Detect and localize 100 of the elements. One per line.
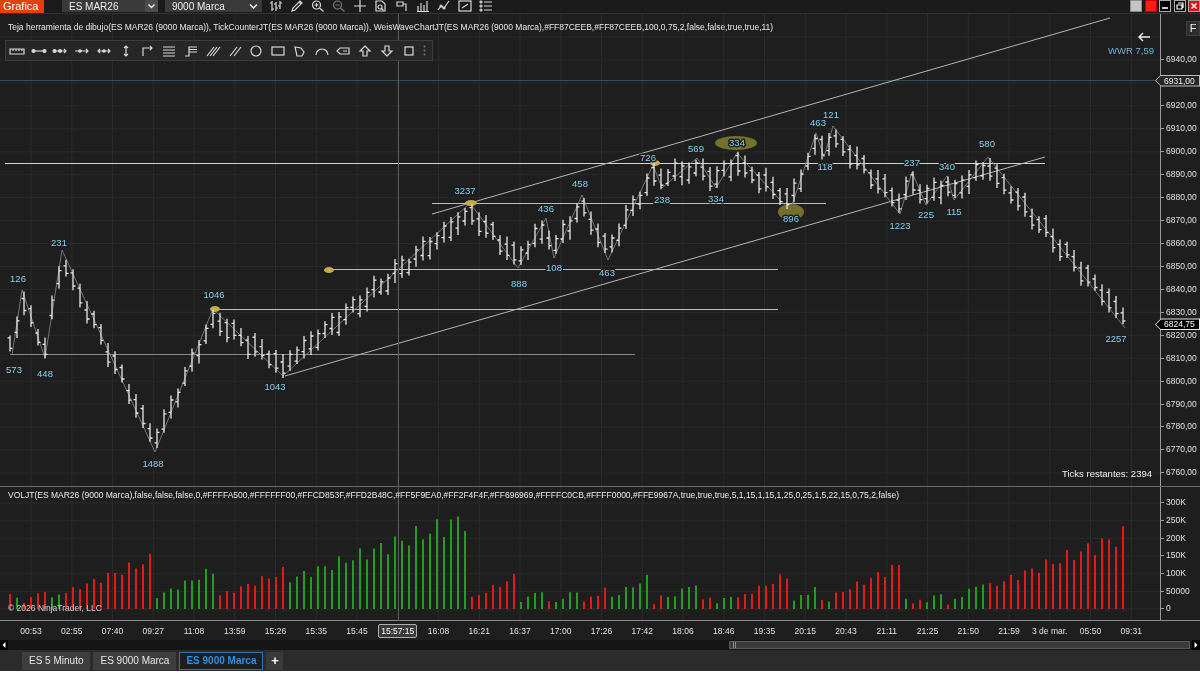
zoom-in-icon[interactable] bbox=[311, 0, 325, 12]
restore-icon[interactable] bbox=[1173, 0, 1186, 12]
price-axis-label: 6770,00 bbox=[1166, 445, 1197, 455]
period-dropdown[interactable]: 9000 Marca bbox=[165, 0, 262, 12]
volume-axis-label: 0 bbox=[1166, 604, 1171, 614]
time-axis-label: 19:35 bbox=[753, 625, 776, 636]
grip-icon[interactable] bbox=[733, 642, 736, 648]
ellipse-marker bbox=[650, 160, 660, 166]
price-axis-label: 6830,00 bbox=[1166, 307, 1197, 317]
scrollbar-thumb[interactable] bbox=[729, 641, 1190, 649]
wave-volume-label: 448 bbox=[37, 367, 53, 379]
time-axis-label: 16:08 bbox=[427, 625, 450, 636]
wave-volume-label: 225 bbox=[918, 208, 934, 220]
price-axis-label: 6760,00 bbox=[1166, 468, 1197, 478]
time-axis-label: 15:45 bbox=[346, 625, 368, 636]
wave-volume-label: 126 bbox=[10, 272, 26, 284]
wave-volume-label: 580 bbox=[979, 137, 995, 149]
document-search-icon[interactable] bbox=[374, 0, 388, 12]
wave-volume-label: 888 bbox=[511, 277, 527, 289]
minimize-icon[interactable] bbox=[1159, 0, 1171, 12]
zoom-out-icon[interactable] bbox=[332, 0, 346, 12]
wave-ratio-label: WWR 7,59 bbox=[1108, 45, 1154, 56]
circle-icon[interactable] bbox=[248, 44, 265, 57]
volume-axis-label: 100K bbox=[1166, 569, 1186, 579]
arrow-tag-icon[interactable] bbox=[335, 44, 352, 57]
price-axis-label: 6790,00 bbox=[1166, 399, 1197, 409]
time-axis-label: 09:27 bbox=[142, 625, 164, 636]
horizontal-lines-icon[interactable] bbox=[161, 44, 178, 57]
time-axis-label: 02:55 bbox=[61, 625, 83, 636]
time-axis-label: 20:15 bbox=[794, 625, 816, 636]
wave-volume-label: 1223 bbox=[889, 219, 911, 231]
bars-icon[interactable] bbox=[269, 0, 283, 12]
price-axis-label: 6940,00 bbox=[1166, 55, 1197, 65]
square-slash-icon[interactable] bbox=[458, 0, 472, 12]
line-chart-icon[interactable] bbox=[437, 0, 451, 12]
indicator-label: VOLJT(ES MAR26 (9000 Marca),false,false,false,0,#FFFFA500,#FFFFFF00,#FFCD853F,#FFD2B48C,#FF5F9EA0,#FF2F4F4F,#FF696969,#FFFFC0CB,#FFFF0000,#FFE9967A,true,true,true,5,1,15,1,15,1,25,0,25,1,5,22,15,0,75,2,false) bbox=[8, 490, 899, 500]
time-axis-label: 13:59 bbox=[224, 625, 246, 636]
chart-tab[interactable]: ES 9000 Marca bbox=[93, 651, 177, 670]
grip-icon[interactable] bbox=[422, 45, 426, 56]
wave-volume-label: 458 bbox=[572, 177, 588, 189]
f-button[interactable]: F bbox=[1186, 21, 1200, 36]
pencil-icon[interactable] bbox=[290, 0, 304, 12]
scroll-left-icon[interactable] bbox=[0, 640, 8, 650]
time-axis-label: 07:40 bbox=[101, 625, 124, 636]
time-axis-label: 3 de mar. bbox=[1032, 625, 1068, 636]
wave-volume-label: 121 bbox=[823, 108, 839, 120]
time-axis-label: 17:26 bbox=[590, 625, 613, 636]
chevron-down-icon[interactable] bbox=[249, 2, 258, 10]
instrument-dropdown[interactable]: ES MAR26 bbox=[62, 0, 158, 12]
price-axis-label: 6810,00 bbox=[1166, 353, 1197, 363]
left-arrow-icon[interactable] bbox=[1137, 31, 1151, 43]
add-tab-button[interactable]: + bbox=[266, 651, 284, 670]
chart-menu-button[interactable]: Grafica bbox=[0, 0, 44, 13]
triple-slash-icon[interactable] bbox=[204, 44, 221, 57]
indicator-label: Teja herramienta de dibujo(ES MAR26 (9000 Marca)), TickCounterJT(ES MAR26 (9000 Marca)), WeisWaveChartJT(ES MAR26 (9000 Marca),#FF87CEEB,#FF87CEEB,100,0,75,2,false,false,true,true,11) bbox=[8, 22, 774, 32]
wave-volume-label: 2257 bbox=[1105, 332, 1127, 344]
price-axis-label: 6880,00 bbox=[1166, 193, 1197, 203]
wave-volume-label: 726 bbox=[640, 151, 656, 163]
rectangle-icon[interactable] bbox=[270, 44, 287, 57]
swatch-icon[interactable] bbox=[1144, 0, 1157, 12]
crosshair-icon[interactable] bbox=[353, 0, 367, 12]
up-arrow-icon[interactable] bbox=[357, 44, 374, 57]
chevron-down-icon[interactable] bbox=[145, 0, 158, 12]
wave-volume-label: 1043 bbox=[264, 380, 286, 392]
time-axis-label: 18:06 bbox=[672, 625, 694, 636]
time-axis-label: 11:08 bbox=[183, 625, 205, 636]
ellipse-marker bbox=[465, 200, 477, 206]
price-axis-label: 6860,00 bbox=[1166, 239, 1197, 248]
price-axis-label: 6910,00 bbox=[1166, 124, 1197, 134]
wave-volume-label: 118 bbox=[817, 160, 833, 172]
close-icon[interactable] bbox=[1188, 0, 1200, 12]
wave-volume-label: 231 bbox=[51, 236, 67, 248]
price-axis-label: 6820,00 bbox=[1166, 330, 1197, 340]
wave-volume-label: 334 bbox=[729, 136, 745, 148]
scroll-right-icon[interactable] bbox=[1192, 640, 1200, 650]
down-arrow-icon[interactable] bbox=[379, 44, 396, 57]
volume-axis-label: 150K bbox=[1166, 551, 1186, 561]
ellipse-marker bbox=[715, 136, 757, 150]
wave-volume-label: 238 bbox=[654, 193, 670, 205]
chart-tab[interactable]: ES 5 Minuto bbox=[22, 651, 91, 670]
wave-volume-label: 463 bbox=[810, 116, 826, 128]
price-axis-label: 6840,00 bbox=[1166, 284, 1197, 294]
wave-volume-label: 1488 bbox=[142, 457, 164, 469]
flag-icon[interactable] bbox=[395, 0, 409, 12]
chart-tab[interactable]: ES 9000 Marca bbox=[179, 651, 264, 670]
bar-chart-icon[interactable] bbox=[416, 0, 430, 12]
flag-lines-icon[interactable] bbox=[183, 44, 200, 57]
swatch-icon[interactable] bbox=[1130, 0, 1142, 12]
volume-axis-label: 200K bbox=[1166, 533, 1186, 543]
list-icon[interactable] bbox=[479, 0, 493, 12]
time-axis-label: 09:31 bbox=[1120, 625, 1142, 636]
time-axis-label: 16:21 bbox=[468, 625, 490, 636]
crosshair-price-label: 6931,00 bbox=[1155, 74, 1200, 87]
ellipse-marker bbox=[324, 267, 334, 273]
ticks-remaining-label: Ticks restantes: 2394 bbox=[1062, 468, 1152, 479]
time-axis-label: 17:42 bbox=[631, 625, 653, 636]
wave-volume-label: 463 bbox=[599, 266, 615, 278]
time-axis-label: 00:53 bbox=[20, 625, 42, 636]
time-axis-label: 16:37 bbox=[509, 625, 531, 636]
price-axis-label: 6870,00 bbox=[1166, 216, 1197, 226]
